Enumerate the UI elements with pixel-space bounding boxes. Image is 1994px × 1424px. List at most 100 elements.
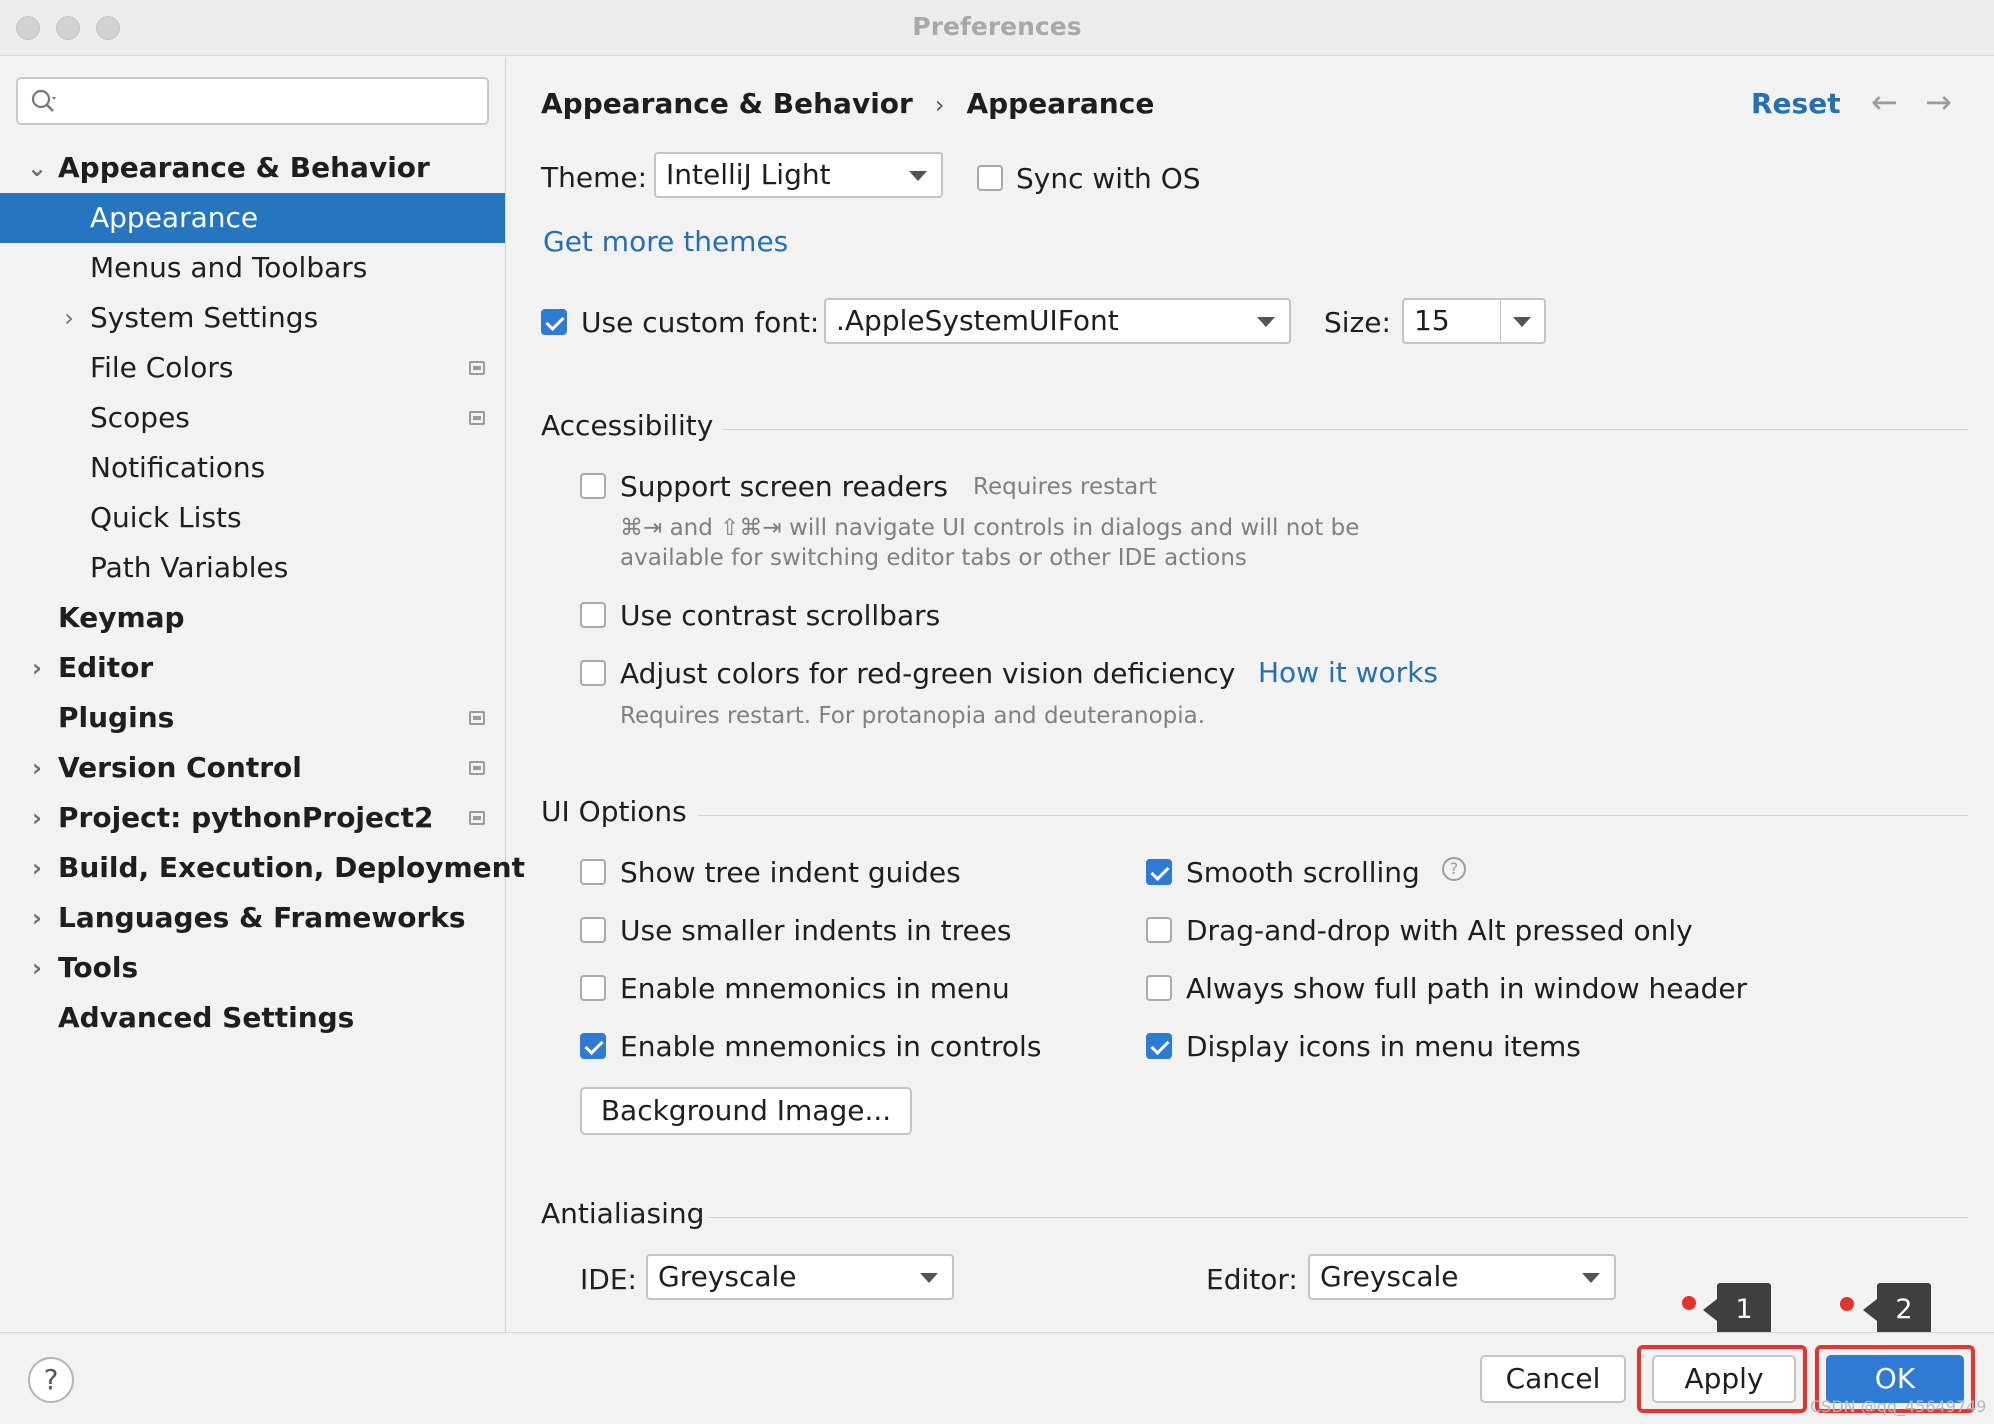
section-divider — [723, 429, 1968, 430]
sync-with-os-checkbox[interactable] — [977, 165, 1003, 191]
watermark: CSDN @qq_45649749 — [1810, 1397, 1987, 1416]
sidebar-item-plugins[interactable]: Plugins — [0, 693, 505, 743]
theme-select[interactable]: IntelliJ Light — [654, 152, 943, 198]
chevron-down-icon[interactable]: ⌄ — [22, 143, 52, 193]
sync-with-os-label: Sync with OS — [1016, 162, 1201, 195]
ui-options-section-title: UI Options — [541, 795, 687, 828]
settings-sidebar: ⌄ Appearance & Behavior Appearance Menus… — [0, 57, 525, 1332]
font-size-combo[interactable]: 15 — [1402, 298, 1546, 344]
window-title: Preferences — [912, 12, 1082, 41]
help-button[interactable]: ? — [28, 1357, 74, 1403]
red-green-deficiency-checkbox[interactable] — [580, 660, 606, 686]
sidebar-item-menus-toolbars[interactable]: Menus and Toolbars — [0, 243, 505, 293]
mnemonics-controls-checkbox[interactable] — [580, 1033, 606, 1059]
full-path-header-checkbox[interactable] — [1146, 975, 1172, 1001]
apply-button[interactable]: Apply — [1652, 1355, 1796, 1403]
requires-restart-hint: Requires restart — [973, 474, 1157, 500]
project-level-icon — [469, 761, 485, 775]
sidebar-item-version-control[interactable]: › Version Control — [0, 743, 505, 793]
tree-indent-guides-checkbox[interactable] — [580, 859, 606, 885]
sidebar-item-tools[interactable]: › Tools — [0, 943, 505, 993]
sidebar-item-system-settings[interactable]: › System Settings — [0, 293, 505, 343]
chevron-right-icon[interactable]: › — [22, 643, 52, 693]
project-level-icon — [469, 811, 485, 825]
icons-in-menu-checkbox[interactable] — [1146, 1033, 1172, 1059]
chevron-right-icon[interactable]: › — [22, 793, 52, 843]
font-select[interactable]: .AppleSystemUIFont — [824, 298, 1291, 344]
red-green-deficiency-label: Adjust colors for red-green vision defic… — [620, 657, 1236, 690]
sidebar-item-notifications[interactable]: Notifications — [0, 443, 505, 493]
sidebar-item-quick-lists[interactable]: Quick Lists — [0, 493, 505, 543]
section-divider — [708, 1217, 1968, 1218]
font-size-value: 15 — [1414, 304, 1450, 337]
contrast-scrollbars-label: Use contrast scrollbars — [620, 599, 941, 632]
back-arrow-icon[interactable]: ← — [1871, 83, 1898, 121]
tree-indent-guides-label: Show tree indent guides — [620, 856, 961, 889]
help-icon[interactable]: ? — [1442, 857, 1466, 881]
sidebar-item-label: System Settings — [90, 301, 319, 334]
sidebar-item-label: Quick Lists — [90, 501, 242, 534]
search-input[interactable] — [16, 77, 489, 125]
smaller-indents-label: Use smaller indents in trees — [620, 914, 1012, 947]
reset-link[interactable]: Reset — [1751, 87, 1841, 120]
annotation-dot — [1682, 1296, 1696, 1310]
chevron-right-icon[interactable]: › — [22, 843, 52, 893]
sidebar-item-appearance-behavior[interactable]: ⌄ Appearance & Behavior — [0, 143, 505, 193]
chevron-right-icon[interactable]: › — [22, 743, 52, 793]
chevron-right-icon[interactable]: › — [22, 893, 52, 943]
breadcrumb-current: Appearance — [966, 87, 1155, 120]
chevron-right-icon[interactable]: › — [54, 293, 84, 343]
cancel-button[interactable]: Cancel — [1480, 1355, 1626, 1403]
get-more-themes-link[interactable]: Get more themes — [543, 225, 788, 258]
support-screen-readers-checkbox[interactable] — [580, 473, 606, 499]
use-custom-font-checkbox[interactable] — [541, 309, 567, 335]
sidebar-item-label: Editor — [58, 651, 154, 684]
smooth-scrolling-checkbox[interactable] — [1146, 859, 1172, 885]
contrast-scrollbars-checkbox[interactable] — [580, 602, 606, 628]
search-icon — [31, 89, 56, 112]
ide-antialiasing-select[interactable]: Greyscale — [646, 1254, 954, 1300]
project-level-icon — [469, 711, 485, 725]
sidebar-item-appearance[interactable]: Appearance — [0, 193, 505, 243]
dropdown-arrow-icon — [1257, 317, 1275, 327]
breadcrumb-parent[interactable]: Appearance & Behavior — [541, 87, 913, 120]
sidebar-item-advanced-settings[interactable]: Advanced Settings — [0, 993, 505, 1043]
sidebar-item-languages-frameworks[interactable]: › Languages & Frameworks — [0, 893, 505, 943]
ok-button[interactable]: OK — [1826, 1355, 1964, 1403]
sidebar-item-label: Appearance — [90, 201, 259, 234]
mnemonics-menu-checkbox[interactable] — [580, 975, 606, 1001]
screen-readers-description: ⌘⇥ and ⇧⌘⇥ will navigate UI controls in … — [620, 515, 1360, 541]
sidebar-item-file-colors[interactable]: File Colors — [0, 343, 505, 393]
sidebar-item-scopes[interactable]: Scopes — [0, 393, 505, 443]
sidebar-item-project[interactable]: › Project: pythonProject2 — [0, 793, 505, 843]
ide-antialiasing-value: Greyscale — [658, 1260, 797, 1293]
sidebar-item-label: Appearance & Behavior — [58, 151, 430, 184]
theme-select-value: IntelliJ Light — [666, 158, 831, 191]
background-image-button[interactable]: Background Image... — [580, 1087, 912, 1135]
sidebar-item-label: Advanced Settings — [58, 1001, 355, 1034]
title-bar: Preferences — [0, 0, 1994, 56]
forward-arrow-icon[interactable]: → — [1925, 83, 1952, 121]
editor-antialiasing-label: Editor: — [1206, 1263, 1298, 1296]
how-it-works-link[interactable]: How it works — [1258, 656, 1438, 689]
font-select-value: .AppleSystemUIFont — [836, 304, 1119, 337]
sidebar-item-label: Scopes — [90, 401, 190, 434]
chevron-right-icon[interactable]: › — [22, 943, 52, 993]
sidebar-item-label: Path Variables — [90, 551, 289, 584]
icons-in-menu-label: Display icons in menu items — [1186, 1030, 1581, 1063]
breadcrumb-separator-icon: › — [934, 91, 945, 119]
sidebar-item-build-execution-deployment[interactable]: › Build, Execution, Deployment — [0, 843, 525, 893]
sidebar-item-path-variables[interactable]: Path Variables — [0, 543, 505, 593]
editor-antialiasing-select[interactable]: Greyscale — [1308, 1254, 1616, 1300]
red-green-description: Requires restart. For protanopia and deu… — [620, 703, 1206, 729]
sidebar-item-keymap[interactable]: Keymap — [0, 593, 505, 643]
mnemonics-controls-label: Enable mnemonics in controls — [620, 1030, 1042, 1063]
drag-and-drop-alt-checkbox[interactable] — [1146, 917, 1172, 943]
sidebar-item-editor[interactable]: › Editor — [0, 643, 505, 693]
sidebar-item-label: File Colors — [90, 351, 234, 384]
font-size-dropdown-button[interactable] — [1500, 300, 1544, 342]
ide-antialiasing-label: IDE: — [580, 1263, 637, 1296]
dropdown-arrow-icon — [1513, 317, 1531, 327]
smaller-indents-checkbox[interactable] — [580, 917, 606, 943]
use-custom-font-label: Use custom font: — [581, 306, 820, 339]
